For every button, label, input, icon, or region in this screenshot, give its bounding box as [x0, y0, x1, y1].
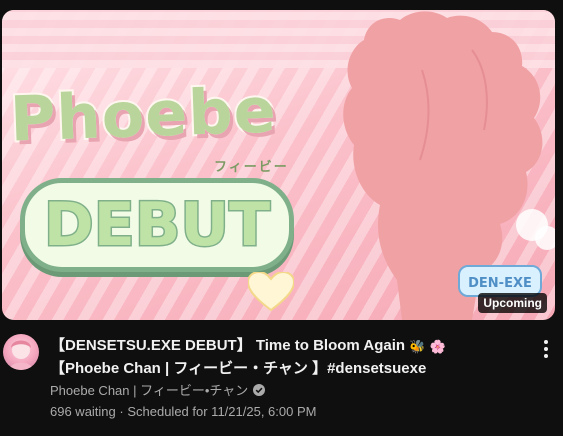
channel-avatar[interactable]: [3, 334, 39, 370]
channel-name[interactable]: Phoebe Chan | フィービー•チャン: [50, 383, 248, 398]
video-title-part2: 【Phoebe Chan | フィービー・チャン 】#densetsuexe: [50, 360, 427, 377]
video-thumbnail[interactable]: Phoebe フィービー DEBUT DEN-EXE Upcoming: [2, 10, 555, 320]
upcoming-badge: Upcoming: [478, 293, 547, 313]
verified-check-icon: [253, 384, 266, 396]
more-vert-icon[interactable]: [538, 339, 554, 359]
thumbnail-debut-text: DEBUT: [20, 178, 294, 272]
bee-emoji-icon: 🐝: [409, 339, 426, 354]
thumbnail-logo: Phoebe: [7, 71, 280, 157]
video-title[interactable]: 【DENSETSU.EXE DEBUT】 Time to Bloom Again…: [50, 335, 518, 380]
heart-icon: [248, 272, 294, 312]
channel-name-row: Phoebe Chan | フィービー•チャン: [50, 382, 266, 400]
avatar-image: [9, 340, 33, 370]
thumbnail-logo-kana: フィービー: [214, 159, 289, 174]
meta-separator: ·: [115, 404, 128, 419]
video-metadata: 696 waiting · Scheduled for 11/21/25, 6:…: [50, 403, 316, 421]
scheduled-time: Scheduled for 11/21/25, 6:00 PM: [127, 404, 317, 419]
waiting-count: 696 waiting: [50, 404, 116, 419]
svg-text:DEN-EXE: DEN-EXE: [468, 276, 532, 291]
video-title-part1: 【DENSETSU.EXE DEBUT】 Time to Bloom Again: [50, 337, 410, 354]
blossom-emoji-icon: 🌸: [429, 339, 446, 354]
